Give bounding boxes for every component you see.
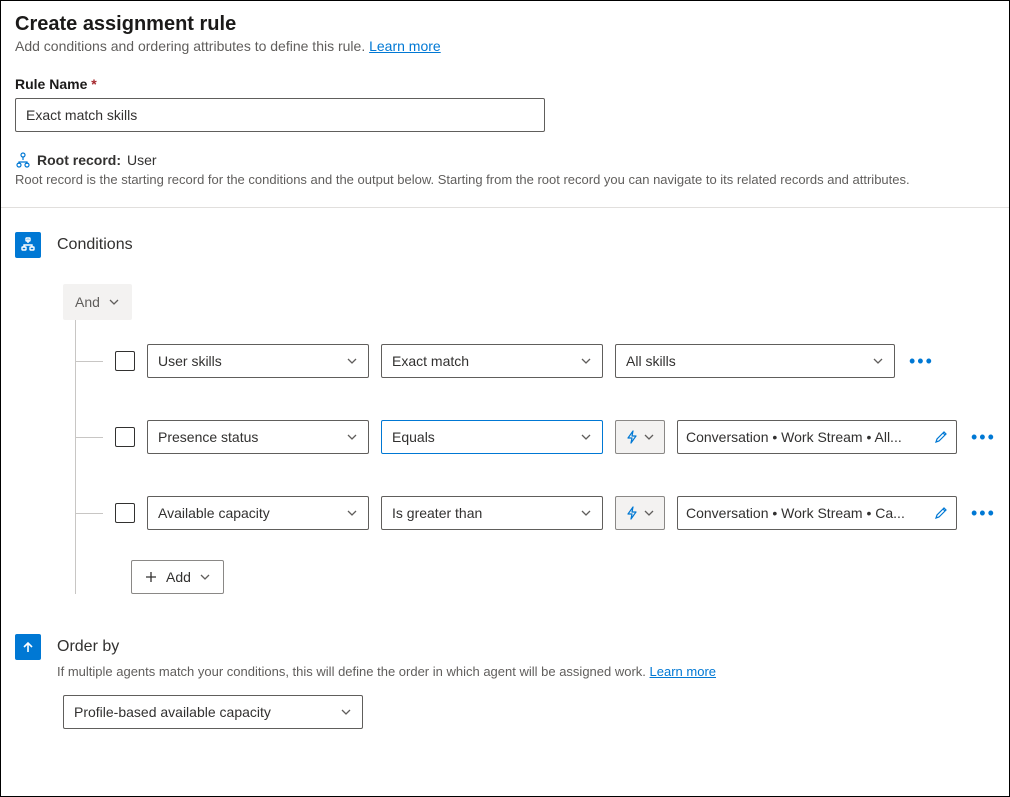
hierarchy-icon [15,152,31,168]
dynamic-value-input[interactable]: Conversation • Work Stream • All... [677,420,957,454]
row-more-menu[interactable]: ••• [907,351,936,372]
order-by-icon [15,634,41,660]
chevron-down-icon [643,431,655,443]
chevron-down-icon [580,355,592,367]
page-subtitle: Add conditions and ordering attributes t… [15,38,991,54]
page-title: Create assignment rule [15,13,991,36]
rule-name-label-text: Rule Name [15,76,87,92]
field-value: User skills [158,353,222,369]
row-checkbox[interactable] [115,427,135,447]
order-by-dropdown[interactable]: Profile-based available capacity [63,695,363,729]
lightning-icon [625,430,639,444]
rule-name-input[interactable] [15,98,545,132]
condition-row: User skills Exact match All skills ••• [115,344,991,378]
value-text: Conversation • Work Stream • All... [686,429,928,445]
add-condition-button[interactable]: Add [131,560,224,594]
lightning-icon [625,506,639,520]
operator-dropdown[interactable]: Exact match [381,344,603,378]
chevron-down-icon [108,296,120,308]
chevron-down-icon [346,431,358,443]
order-by-value: Profile-based available capacity [74,704,271,720]
row-more-menu[interactable]: ••• [969,427,998,448]
operator-dropdown[interactable]: Is greater than [381,496,603,530]
edit-icon[interactable] [934,506,948,520]
section-divider [1,207,1009,208]
add-label: Add [166,569,191,585]
value-dropdown[interactable]: All skills [615,344,895,378]
required-asterisk: * [91,76,96,92]
group-operator-label: And [75,294,100,310]
conditions-icon [15,232,41,258]
chevron-down-icon [346,355,358,367]
plus-icon [144,570,158,584]
value-text: All skills [626,353,676,369]
edit-icon[interactable] [934,430,948,444]
value-text: Conversation • Work Stream • Ca... [686,505,928,521]
order-by-learn-more-link[interactable]: Learn more [650,664,716,679]
chevron-down-icon [346,507,358,519]
field-dropdown[interactable]: User skills [147,344,369,378]
chevron-down-icon [199,571,211,583]
operator-dropdown[interactable]: Equals [381,420,603,454]
field-value: Available capacity [158,505,270,521]
conditions-title: Conditions [57,236,133,254]
dynamic-value-input[interactable]: Conversation • Work Stream • Ca... [677,496,957,530]
dynamic-value-toggle[interactable] [615,496,665,530]
field-value: Presence status [158,429,258,445]
root-record-description: Root record is the starting record for t… [15,172,991,187]
operator-value: Equals [392,429,435,445]
row-checkbox[interactable] [115,351,135,371]
rule-name-label: Rule Name * [15,76,991,92]
condition-row: Presence status Equals Conversation • Wo… [115,420,991,454]
chevron-down-icon [643,507,655,519]
group-operator-dropdown[interactable]: And [63,284,132,320]
chevron-down-icon [872,355,884,367]
field-dropdown[interactable]: Available capacity [147,496,369,530]
field-dropdown[interactable]: Presence status [147,420,369,454]
chevron-down-icon [580,507,592,519]
learn-more-link[interactable]: Learn more [369,38,441,54]
row-more-menu[interactable]: ••• [969,503,998,524]
root-record-value: User [127,152,157,168]
root-record-label: Root record: [37,152,121,168]
dynamic-value-toggle[interactable] [615,420,665,454]
condition-row: Available capacity Is greater than Conve… [115,496,991,530]
row-checkbox[interactable] [115,503,135,523]
operator-value: Is greater than [392,505,482,521]
order-by-description: If multiple agents match your conditions… [57,664,650,679]
order-by-title: Order by [57,638,119,656]
chevron-down-icon [340,706,352,718]
chevron-down-icon [580,431,592,443]
operator-value: Exact match [392,353,469,369]
subtitle-text: Add conditions and ordering attributes t… [15,38,369,54]
